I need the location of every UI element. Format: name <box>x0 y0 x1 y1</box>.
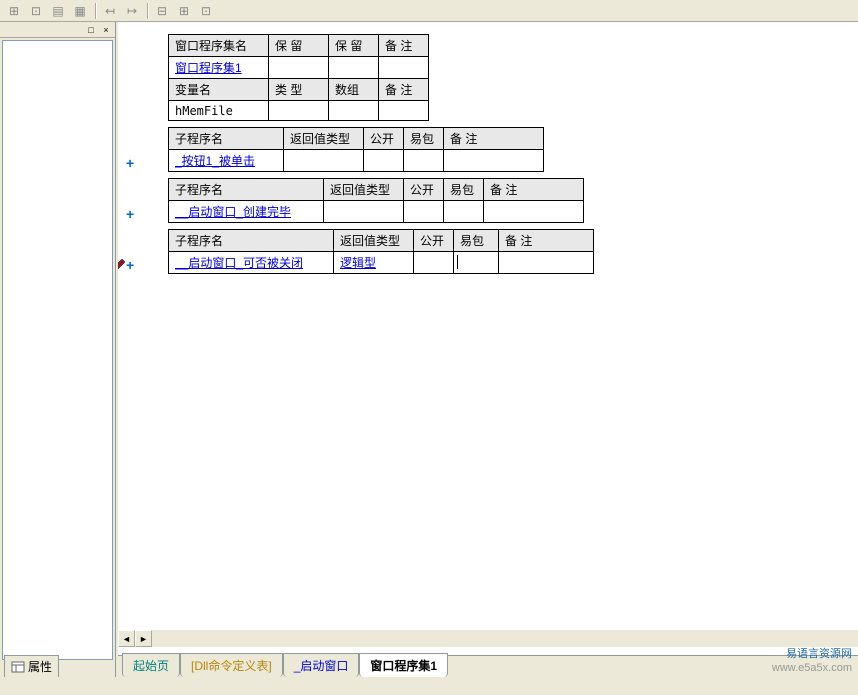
watermark-title: 易语言资源网 <box>772 647 852 661</box>
toolbar-btn[interactable]: ↦ <box>122 2 142 20</box>
header-cell: 窗口程序集名 <box>169 35 269 57</box>
toolbar: ⊞ ⊡ ▤ ▦ ↤ ↦ ⊟ ⊞ ⊡ <box>0 0 858 22</box>
properties-panel: □ × 属性 <box>0 22 116 677</box>
subroutine-table-2: 子程序名 返回值类型 公开 易包 备 注 __启动窗口_创建完毕 <box>168 178 584 223</box>
tab-startup-window[interactable]: _启动窗口 <box>283 653 360 677</box>
window-set-table: 窗口程序集名 保 留 保 留 备 注 窗口程序集1 变量名 类 型 数组 备 注 <box>168 34 429 121</box>
expand-icon[interactable]: + <box>126 155 134 171</box>
data-cell[interactable]: __启动窗口_可否被关闭 <box>169 252 334 274</box>
data-cell[interactable] <box>364 150 404 172</box>
data-cell[interactable]: __启动窗口_创建完毕 <box>169 201 324 223</box>
watermark: 易语言资源网 www.e5a5x.com <box>772 647 852 675</box>
toolbar-btn[interactable]: ⊡ <box>196 2 216 20</box>
toolbar-btn[interactable]: ▦ <box>70 2 90 20</box>
data-cell[interactable] <box>414 252 454 274</box>
data-cell[interactable]: 逻辑型 <box>334 252 414 274</box>
header-cell: 数组 <box>329 79 379 101</box>
expand-icon[interactable]: + <box>126 257 134 273</box>
data-cell[interactable] <box>379 57 429 79</box>
header-cell: 返回值类型 <box>324 179 404 201</box>
toolbar-separator <box>147 3 149 19</box>
header-cell: 子程序名 <box>169 179 324 201</box>
data-cell[interactable] <box>379 101 429 121</box>
panel-content[interactable] <box>2 40 113 660</box>
header-cell: 易包 <box>404 128 444 150</box>
toolbar-btn[interactable]: ▤ <box>48 2 68 20</box>
header-cell: 保 留 <box>269 35 329 57</box>
toolbar-btn[interactable]: ⊞ <box>174 2 194 20</box>
header-cell: 保 留 <box>329 35 379 57</box>
data-cell[interactable] <box>484 201 584 223</box>
tab-window-set-1[interactable]: 窗口程序集1 <box>359 653 448 677</box>
dock-icon[interactable]: □ <box>84 24 98 36</box>
data-cell[interactable]: 窗口程序集1 <box>169 57 269 79</box>
tab-dll-commands[interactable]: [Dll命令定义表] <box>180 653 283 677</box>
data-cell[interactable] <box>329 101 379 121</box>
subroutine-table-1: 子程序名 返回值类型 公开 易包 备 注 _按钮1_被单击 <box>168 127 544 172</box>
header-cell: 子程序名 <box>169 128 284 150</box>
data-cell[interactable] <box>404 201 444 223</box>
expand-icon[interactable]: + <box>126 206 134 222</box>
main-area: □ × 属性 窗口程序集名 保 留 保 留 备 注 窗口程序集1 <box>0 22 858 677</box>
header-cell: 备 注 <box>499 230 594 252</box>
data-cell[interactable] <box>499 252 594 274</box>
header-cell: 公开 <box>364 128 404 150</box>
toolbar-btn[interactable]: ⊟ <box>152 2 172 20</box>
data-cell[interactable] <box>324 201 404 223</box>
header-cell: 返回值类型 <box>284 128 364 150</box>
data-cell[interactable] <box>444 150 544 172</box>
header-cell: 变量名 <box>169 79 269 101</box>
header-cell: 易包 <box>454 230 499 252</box>
data-cell[interactable] <box>329 57 379 79</box>
header-cell: 返回值类型 <box>334 230 414 252</box>
editor-tabs: 起始页 [Dll命令定义表] _启动窗口 窗口程序集1 <box>118 655 858 677</box>
data-cell[interactable]: hMemFile <box>169 101 269 121</box>
scroll-right-button[interactable]: ► <box>135 630 152 647</box>
data-cell[interactable] <box>284 150 364 172</box>
subroutine-table-3: 子程序名 返回值类型 公开 易包 备 注 __启动窗口_可否被关闭 逻辑型 <box>168 229 594 274</box>
toolbar-btn[interactable]: ↤ <box>100 2 120 20</box>
header-cell: 备 注 <box>444 128 544 150</box>
toolbar-btn[interactable]: ⊞ <box>4 2 24 20</box>
data-cell[interactable] <box>444 201 484 223</box>
editor-content[interactable]: 窗口程序集名 保 留 保 留 备 注 窗口程序集1 变量名 类 型 数组 备 注 <box>118 22 858 646</box>
data-cell[interactable] <box>269 57 329 79</box>
properties-tab-label: 属性 <box>28 658 52 675</box>
header-cell: 公开 <box>414 230 454 252</box>
header-cell: 备 注 <box>379 35 429 57</box>
header-cell: 公开 <box>404 179 444 201</box>
header-cell: 类 型 <box>269 79 329 101</box>
scroll-left-button[interactable]: ◄ <box>118 630 135 647</box>
properties-icon <box>11 661 25 673</box>
editor-area: 窗口程序集名 保 留 保 留 备 注 窗口程序集1 变量名 类 型 数组 备 注 <box>116 22 858 677</box>
close-icon[interactable]: × <box>99 24 113 36</box>
toolbar-btn[interactable]: ⊡ <box>26 2 46 20</box>
toolbar-separator <box>95 3 97 19</box>
data-cell[interactable] <box>269 101 329 121</box>
tab-start-page[interactable]: 起始页 <box>122 653 180 677</box>
header-cell: 备 注 <box>379 79 429 101</box>
header-cell: 易包 <box>444 179 484 201</box>
horizontal-scrollbar[interactable]: ◄ ► <box>118 630 858 647</box>
properties-tab[interactable]: 属性 <box>4 655 59 677</box>
data-cell[interactable]: _按钮1_被单击 <box>169 150 284 172</box>
header-cell: 子程序名 <box>169 230 334 252</box>
data-cell[interactable] <box>404 150 444 172</box>
text-cursor <box>457 255 458 269</box>
panel-header: □ × <box>0 22 115 38</box>
header-cell: 备 注 <box>484 179 584 201</box>
watermark-url: www.e5a5x.com <box>772 661 852 675</box>
data-cell[interactable] <box>454 252 499 274</box>
